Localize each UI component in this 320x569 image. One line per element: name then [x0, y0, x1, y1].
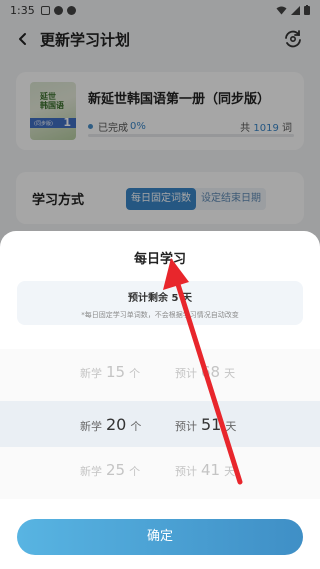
learn-unit: 个	[130, 419, 142, 433]
learn-unit: 个	[129, 465, 141, 478]
estimate-unit: 天	[224, 367, 236, 380]
estimate-value: 41	[201, 461, 221, 479]
learn-unit: 个	[129, 367, 141, 380]
sheet-title: 每日学习	[133, 252, 186, 267]
confirm-button[interactable]: 确定	[17, 519, 303, 555]
picker-row-selected[interactable]: 新学 20 个 预计 51 天	[0, 401, 320, 447]
estimate-text: 预计剩余 5 天	[128, 293, 192, 304]
estimate-value: 51	[201, 414, 222, 434]
learn-label: 新学	[80, 465, 102, 478]
daily-study-sheet: 每日学习 预计剩余 5 天 *每日固定学习单词数，不会根据学习情况自动改变 新学…	[0, 231, 320, 569]
estimate-unit: 天	[224, 465, 236, 478]
learn-label: 新学	[80, 367, 102, 380]
picker-row[interactable]: 新学 25 个 预计 41 天	[0, 455, 320, 485]
estimate-label: 预计	[175, 367, 197, 380]
learn-value: 15	[106, 363, 126, 381]
estimate-unit: 天	[225, 419, 237, 433]
estimate-value: 68	[201, 363, 221, 381]
picker-row[interactable]: 新学 15 个 预计 68 天	[0, 357, 320, 387]
learn-value: 20	[106, 414, 127, 434]
estimate-info-box: 预计剩余 5 天 *每日固定学习单词数，不会根据学习情况自动改变	[17, 281, 303, 325]
learn-label: 新学	[80, 419, 102, 433]
learn-value: 25	[106, 461, 126, 479]
daily-count-picker[interactable]: 新学 15 个 预计 68 天 新学 20 个 预计 51 天 新学 25 个 …	[0, 349, 320, 499]
estimate-label: 预计	[175, 465, 197, 478]
estimate-note: *每日固定学习单词数，不会根据学习情况自动改变	[81, 311, 239, 319]
estimate-label: 预计	[175, 419, 197, 433]
